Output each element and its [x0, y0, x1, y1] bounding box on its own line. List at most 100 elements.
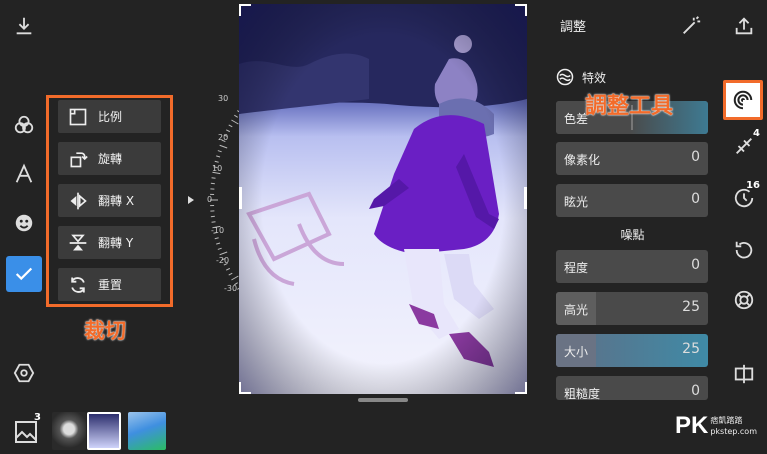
slider-label: 高光: [564, 303, 589, 317]
flip-horizontal-icon: [58, 191, 98, 211]
dial-tick: [228, 124, 233, 128]
editor-app: 比例 旋轉 翻轉 X 翻轉 Y 重置 裁切 30 20 10 0 -10 -20…: [0, 0, 767, 454]
watermark-url: pkstep.com: [710, 427, 757, 436]
watermark: PK 痞凱踏踏 pkstep.com: [675, 412, 757, 440]
crop-tool-button[interactable]: [6, 256, 42, 292]
dial-tick: [228, 272, 233, 276]
bottom-bar: 3 PK 痞凱踏踏 pkstep.com: [0, 402, 767, 454]
slider-value: 0: [691, 191, 700, 207]
history-count-badge: 16: [746, 180, 760, 191]
layers-count-badge: 3: [34, 412, 41, 423]
dial-tick-label: 0: [207, 195, 213, 204]
undo-icon: [735, 241, 753, 259]
dial-tick-label: -30: [224, 284, 238, 293]
adjust-tools-annotation: 調整工具: [585, 94, 674, 119]
crop-annotation: 裁切: [84, 319, 126, 343]
aspect-ratio-label: 比例: [98, 110, 123, 124]
left-toolbar: [0, 0, 48, 400]
layer-thumbnail[interactable]: [52, 412, 86, 450]
crop-corner-handle[interactable]: [515, 4, 527, 16]
filters-icon[interactable]: [6, 107, 42, 143]
slider-glare[interactable]: 眩光 0: [556, 184, 708, 217]
aspect-ratio-button[interactable]: 比例: [58, 100, 161, 133]
slider-noise-size[interactable]: 大小 25: [556, 334, 708, 367]
dial-tick: [211, 177, 216, 179]
dial-tick-label: 20: [218, 133, 229, 142]
crop-panel: 比例 旋轉 翻轉 X 翻轉 Y 重置: [46, 95, 173, 307]
settings-hex-icon[interactable]: [6, 355, 42, 391]
layers-button[interactable]: 3: [14, 412, 44, 444]
slider-noise-amount[interactable]: 程度 0: [556, 250, 708, 283]
crop-edge-handle-left[interactable]: [239, 187, 242, 209]
slider-value: 25: [682, 341, 700, 357]
spiral-icon: [733, 90, 753, 110]
flip-x-label: 翻轉 X: [98, 194, 135, 208]
effects-label: 特效: [582, 70, 607, 85]
layer-thumbnail[interactable]: [128, 412, 166, 450]
adjust-panel: 調整 特效 色差 像素化 0 眩光 0 噪點 程度 0 高光 25 大小 25 …: [550, 0, 715, 400]
dial-tick: [234, 114, 238, 118]
adjust-title: 調整: [560, 20, 587, 35]
dial-tick-label: 10: [212, 164, 223, 173]
crop-corner-handle[interactable]: [515, 382, 527, 394]
dial-tick-label: -10: [211, 226, 225, 235]
flip-vertical-icon: [58, 233, 98, 253]
flip-x-button[interactable]: 翻轉 X: [58, 184, 161, 217]
crop-corner-handle[interactable]: [239, 4, 251, 16]
dial-tick-label: -20: [216, 256, 230, 265]
slider-label: 大小: [564, 345, 589, 359]
undo-button[interactable]: [726, 232, 762, 268]
crop-corner-handle[interactable]: [239, 382, 251, 394]
slider-label: 像素化: [564, 153, 601, 167]
photo-image: [239, 4, 527, 394]
sticker-icon[interactable]: [6, 205, 42, 241]
download-icon[interactable]: [6, 8, 42, 44]
magic-wand-icon[interactable]: [680, 15, 702, 41]
share-icon[interactable]: [726, 8, 762, 44]
aspect-ratio-icon: [58, 107, 98, 127]
history-tool-button[interactable]: 16: [726, 180, 762, 216]
dial-tick: [211, 221, 216, 223]
slider-noise-highlight[interactable]: 高光 25: [556, 292, 708, 325]
dial-tick: [216, 155, 221, 158]
text-tool-icon[interactable]: [6, 156, 42, 192]
dial-tick: [231, 119, 239, 125]
slider-pixelate[interactable]: 像素化 0: [556, 142, 708, 175]
reset-button[interactable]: 重置: [58, 268, 161, 301]
crop-edge-handle-right[interactable]: [524, 187, 527, 209]
dial-tick-label: 30: [218, 94, 229, 103]
watermark-logo: PK: [675, 412, 709, 439]
dial-tick: [225, 129, 231, 133]
layer-thumbnail-selected[interactable]: [87, 412, 121, 450]
effects-icon: [556, 68, 574, 86]
dial-tick: [217, 247, 222, 250]
split-view-button[interactable]: [726, 356, 762, 392]
slider-label: 眩光: [564, 195, 589, 209]
slider-value: 25: [682, 299, 700, 315]
noise-section-title: 噪點: [620, 228, 645, 242]
adjust-tool-button[interactable]: [723, 80, 763, 120]
slider-value: 0: [691, 383, 700, 399]
slider-value: 0: [691, 149, 700, 165]
lens-tool-button[interactable]: [726, 282, 762, 318]
slider-label: 程度: [564, 261, 589, 275]
dial-tick: [231, 275, 239, 281]
watermark-caption: 痞凱踏踏: [710, 416, 743, 425]
heal-tool-button[interactable]: 4: [726, 128, 762, 164]
image-icon: [15, 421, 37, 443]
slider-noise-roughness[interactable]: 粗糙度 0: [556, 376, 708, 400]
flip-y-label: 翻轉 Y: [98, 236, 134, 250]
slider-value: 0: [691, 257, 700, 273]
rotation-dial[interactable]: [170, 75, 242, 315]
rotate-button[interactable]: 旋轉: [58, 142, 161, 175]
compare-icon: [734, 364, 754, 384]
dial-tick: [225, 267, 231, 271]
rotate-icon: [58, 149, 98, 169]
lifebuoy-icon: [734, 290, 754, 310]
right-toolbar: 4 16: [720, 0, 767, 454]
flip-y-button[interactable]: 翻轉 Y: [58, 226, 161, 259]
dial-tick: [214, 160, 219, 163]
dial-tick: [216, 242, 221, 245]
photo-canvas[interactable]: [239, 4, 527, 394]
dial-tick: [214, 237, 219, 240]
